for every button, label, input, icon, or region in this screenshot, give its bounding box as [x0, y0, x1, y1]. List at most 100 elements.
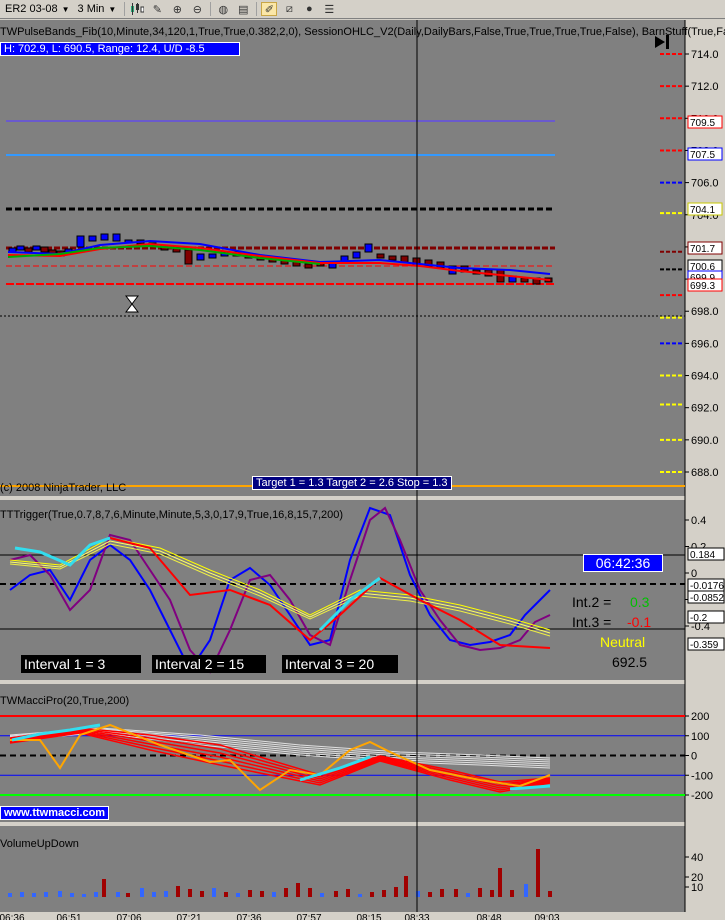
price-candle — [388, 255, 397, 261]
status-label: Neutral — [600, 634, 646, 650]
volume-bar — [94, 892, 98, 897]
volume-bar — [346, 889, 350, 897]
price-box: 704.1 — [687, 202, 723, 216]
panel-divider — [0, 680, 725, 684]
instrument-selector[interactable]: ER2 03-08 ▼ — [2, 2, 73, 16]
trigger-value-box: -0.0852 — [687, 590, 725, 604]
price-axis-label: 698.0 — [691, 306, 719, 318]
price-indicator-label: TWPulseBands_Fib(10,Minute,34,120,1,True… — [0, 26, 725, 38]
volume-bar — [32, 893, 36, 897]
volume-bar — [308, 888, 312, 897]
chart-toolbar: ER2 03-08 ▼ 3 Min ▼ ✎ ⊕ ⊖ ◍ ▤ ✐ ⧄ ● ☰ — [0, 0, 725, 19]
data-box-icon[interactable]: ☰ — [321, 2, 337, 16]
interval-value: 3 Min — [77, 3, 105, 15]
draw-tool-icon[interactable]: ✎ — [149, 2, 165, 16]
volume-bar — [152, 892, 156, 897]
high-low-box: H: 702.9, L: 690.5, Range: 12.4, U/D -8.… — [0, 42, 240, 56]
trigger-axis-label: 0 — [691, 568, 697, 580]
volume-bar — [212, 888, 216, 897]
price-box: 699.3 — [687, 278, 723, 292]
trigger-value-text: -0.359 — [690, 640, 719, 651]
time-axis-label: 08:48 — [476, 913, 501, 920]
price-axis-label: 712.0 — [691, 81, 719, 93]
volume-bar — [8, 893, 12, 897]
interval-3-box: Interval 3 = 20 — [282, 655, 398, 673]
volume-bar — [478, 888, 482, 897]
volume-axis-label: 40 — [691, 852, 703, 864]
price-candle — [196, 253, 205, 261]
volume-axis-label: 10 — [691, 882, 703, 894]
volume-bar — [116, 892, 120, 897]
volume-bar — [164, 891, 168, 897]
volume-bar — [454, 889, 458, 897]
int3-value: -0.1 — [627, 614, 652, 630]
price-candle — [376, 253, 385, 259]
price-candle — [208, 253, 217, 259]
volume-bar — [44, 892, 48, 897]
trigger-value-box: -0.359 — [687, 637, 725, 651]
trigger-value-text: -0.0176 — [690, 581, 724, 592]
panel-4-background — [0, 826, 685, 912]
time-axis-label: 07:21 — [176, 913, 201, 920]
price-candle — [400, 255, 409, 263]
price-candle — [184, 249, 193, 265]
website-box[interactable]: www.ttwmacci.com — [0, 806, 110, 820]
target-box: Target 1 = 1.3 Target 2 = 2.6 Stop = 1.3 — [252, 476, 452, 490]
trigger-axis-label: 0.4 — [691, 515, 706, 527]
price-axis-label: 688.0 — [691, 467, 719, 479]
price-box-text: 701.7 — [690, 244, 715, 255]
volume-bar — [284, 888, 288, 897]
candlestick-style-icon[interactable] — [129, 2, 145, 16]
macci-axis-label: 0 — [691, 751, 697, 763]
snapshot-icon[interactable]: ● — [301, 2, 317, 16]
properties-icon[interactable]: ▤ — [235, 2, 251, 16]
copyright-label: (c) 2008 NinjaTrader, LLC — [0, 482, 127, 494]
trigger-value-text: -0.2 — [690, 613, 708, 624]
volume-bar — [440, 889, 444, 897]
strategy-icon[interactable]: ⧄ — [281, 2, 297, 16]
volume-bar — [466, 893, 470, 897]
price-box-text: 699.3 — [690, 281, 715, 292]
interval-selector[interactable]: 3 Min ▼ — [75, 2, 120, 16]
zoom-in-icon[interactable]: ⊕ — [169, 2, 185, 16]
clock-box: 06:42:36 — [583, 554, 663, 572]
toolbar-separator — [256, 2, 258, 16]
price-axis-label: 706.0 — [691, 178, 719, 190]
price-candle — [100, 233, 109, 241]
time-axis-label: 07:06 — [116, 913, 141, 920]
globe-icon[interactable]: ◍ — [215, 2, 231, 16]
price-box: 701.7 — [687, 241, 723, 255]
indicators-icon[interactable]: ✐ — [261, 2, 278, 16]
volume-bar — [404, 876, 408, 897]
zoom-out-icon[interactable]: ⊖ — [189, 2, 205, 16]
trigger-value-box: -0.0176 — [687, 578, 725, 592]
price-axis-label: 690.0 — [691, 435, 719, 447]
volume-bar — [58, 891, 62, 897]
int3-label: Int.3 = — [572, 614, 612, 630]
volume-bar — [334, 891, 338, 897]
time-axis-label: 08:15 — [356, 913, 381, 920]
volume-bar — [428, 892, 432, 897]
price-axis-label: 696.0 — [691, 338, 719, 350]
macci-axis-label: 200 — [691, 711, 709, 723]
price-candle — [112, 233, 121, 242]
chart-canvas[interactable]: 714.0712.0710.0708.0706.0704.0702.0700.0… — [0, 19, 725, 920]
volume-bar — [358, 894, 362, 897]
volume-bar — [140, 888, 144, 897]
chevron-down-icon: ▼ — [108, 4, 117, 14]
price-candle — [16, 245, 25, 251]
price-candle — [304, 263, 313, 269]
price-candle — [364, 243, 373, 253]
price-candle — [24, 247, 33, 253]
interval-1-box: Interval 1 = 3 — [21, 655, 141, 673]
trigger-value-box: 0.184 — [687, 547, 725, 561]
time-axis-label: 09:03 — [534, 913, 559, 920]
time-axis-label: 06:51 — [56, 913, 81, 920]
panel-divider — [0, 822, 725, 826]
toolbar-separator — [210, 2, 212, 16]
volume-bar — [236, 893, 240, 897]
trigger-value-text: 0.184 — [690, 550, 715, 561]
macci-indicator-label: TWMacciPro(20,True,200) — [0, 695, 130, 707]
macci-axis-label: 100 — [691, 731, 709, 743]
chart-area[interactable]: 714.0712.0710.0708.0706.0704.0702.0700.0… — [0, 19, 725, 920]
